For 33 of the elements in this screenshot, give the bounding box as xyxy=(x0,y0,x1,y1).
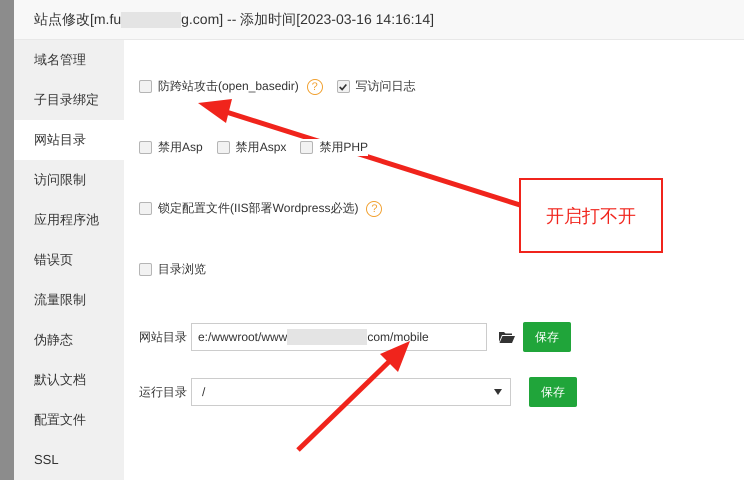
sidebar-item[interactable]: 流量限制 xyxy=(14,280,124,320)
sidebar-item[interactable]: 访问限制 xyxy=(14,160,124,200)
checkbox-label: 禁用PHP xyxy=(319,139,368,156)
checkbox-label: 锁定配置文件(IIS部署Wordpress必选) xyxy=(158,200,358,217)
checkbox-label: 防跨站攻击(open_basedir) xyxy=(158,78,299,95)
checkbox[interactable] xyxy=(139,141,152,154)
annotation-callout: 开启打不开 xyxy=(519,178,663,253)
checkbox[interactable] xyxy=(216,141,230,154)
checkbox[interactable] xyxy=(139,80,152,93)
checkbox-label: 禁用Aspx xyxy=(236,139,286,156)
sidebar-item[interactable]: 子目录绑定 xyxy=(14,80,124,120)
checkbox[interactable] xyxy=(139,202,152,215)
sidebar-item[interactable]: 应用程序池 xyxy=(14,200,124,240)
field-label: 运行目录 xyxy=(139,384,187,400)
checkbox[interactable] xyxy=(336,80,350,93)
path-field[interactable]: e:/wwwroot/www com/mobile xyxy=(191,323,487,351)
caret-icon xyxy=(494,389,502,395)
checkbox[interactable] xyxy=(139,263,152,276)
checkbox-label: 目录浏览 xyxy=(158,261,206,278)
sidebar-item[interactable]: 网站目录 xyxy=(14,120,124,160)
sidebar-item[interactable]: 错误页 xyxy=(14,240,124,280)
run-directory-select[interactable]: / xyxy=(191,378,511,406)
field-label: 网站目录 xyxy=(139,328,187,346)
checkbox-label: 禁用Asp xyxy=(158,139,203,156)
folder-icon[interactable] xyxy=(499,331,515,343)
dialog-title: 站点修改[m.fu g.com] -- 添加时间[2023-03-16 14:16:14] xyxy=(14,0,744,40)
sidebar-item[interactable]: 伪静态 xyxy=(14,320,124,360)
sidebar-item[interactable]: 默认文档 xyxy=(14,360,124,400)
checkbox[interactable] xyxy=(300,141,314,154)
sidebar-item[interactable]: 域名管理 xyxy=(14,40,124,80)
checkbox-label: 写访问日志 xyxy=(356,78,416,95)
sidebar-item[interactable]: 配置文件 xyxy=(14,400,124,440)
sidebar-item[interactable]: SSL xyxy=(14,440,124,480)
